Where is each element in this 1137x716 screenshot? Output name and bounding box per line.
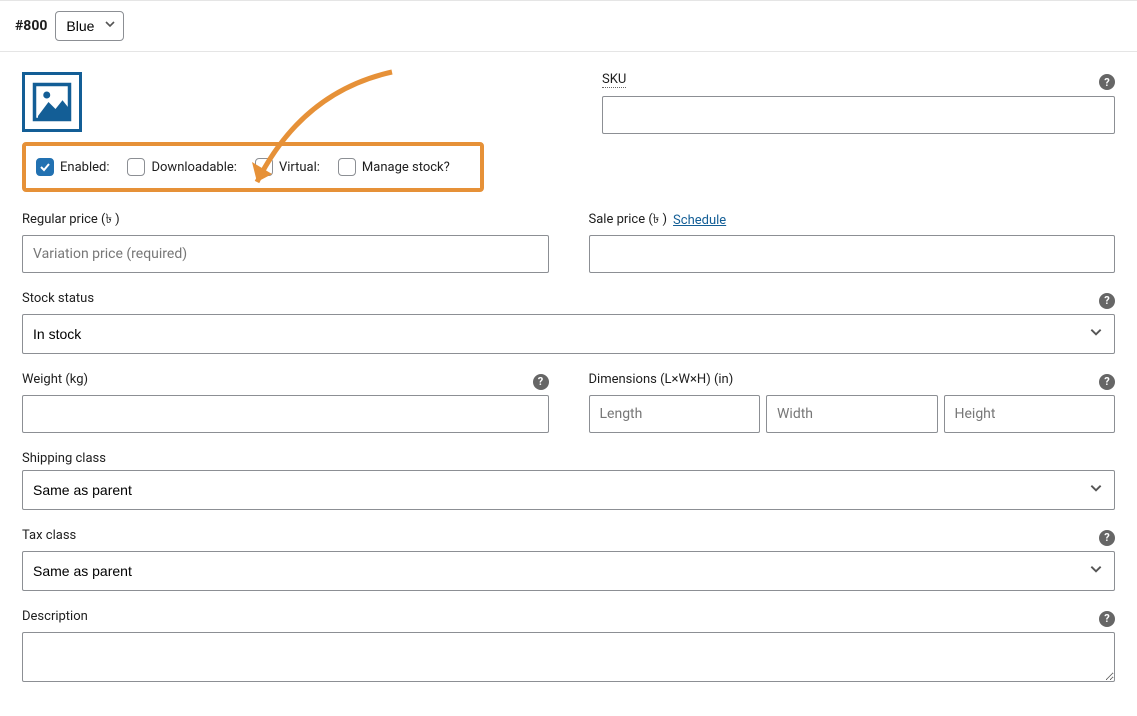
shipping-class-select[interactable]: Same as parent [22,470,1115,510]
downloadable-label: Downloadable: [151,160,236,175]
checkbox-highlight-box: Enabled: Downloadable: Virtual: [22,142,484,192]
image-placeholder-icon [31,81,73,123]
length-input[interactable] [589,395,761,433]
tax-class-help-icon[interactable]: ? [1099,530,1115,546]
dimensions-label: Dimensions (L×W×H) (in) [589,372,734,387]
shipping-class-label: Shipping class [22,451,1115,466]
sale-price-input[interactable] [589,235,1116,273]
tax-class-select[interactable]: Same as parent [22,551,1115,591]
variation-id: #800 [15,18,47,34]
sku-input[interactable] [602,96,1115,134]
description-textarea[interactable] [22,632,1115,682]
weight-help-icon[interactable]: ? [533,374,549,390]
variation-header: #800 Blue [0,0,1137,52]
manage-stock-checkbox[interactable] [338,158,356,176]
regular-price-input[interactable] [22,235,549,273]
stock-status-label: Stock status [22,291,94,306]
virtual-checkbox[interactable] [255,158,273,176]
enabled-checkbox-group: Enabled: [36,158,109,176]
downloadable-checkbox-group: Downloadable: [127,158,236,176]
attribute-select[interactable]: Blue [55,11,124,41]
right-top-column: SKU ? [602,72,1115,192]
virtual-checkbox-group: Virtual: [255,158,320,176]
description-label: Description [22,609,88,624]
sku-label: SKU [602,72,626,88]
dimensions-inputs [589,395,1116,433]
downloadable-checkbox[interactable] [127,158,145,176]
weight-label: Weight (kg) [22,372,88,387]
virtual-label: Virtual: [279,160,320,175]
sale-price-label: Sale price (৳ ) Schedule [589,210,1116,231]
sku-help-icon[interactable]: ? [1099,74,1115,90]
weight-dimensions-row: Weight (kg) ? Dimensions (L×W×H) (in) ? [22,372,1115,433]
enabled-checkbox[interactable] [36,158,54,176]
height-input[interactable] [944,395,1116,433]
stock-status-select[interactable]: In stock [22,314,1115,354]
weight-input[interactable] [22,395,549,433]
attribute-select-wrap: Blue [55,11,124,41]
top-row: Enabled: Downloadable: Virtual: [22,72,1115,192]
shipping-class-section: Shipping class Same as parent [22,451,1115,510]
variation-body: Enabled: Downloadable: Virtual: [0,52,1137,716]
left-top-column: Enabled: Downloadable: Virtual: [22,72,562,192]
tax-class-section: Tax class ? Same as parent [22,528,1115,591]
width-input[interactable] [766,395,938,433]
variation-image-upload[interactable] [22,72,82,132]
schedule-link[interactable]: Schedule [673,213,726,228]
tax-class-label: Tax class [22,528,76,543]
stock-status-help-icon[interactable]: ? [1099,293,1115,309]
price-row: Regular price (৳ ) Sale price (৳ ) Sched… [22,210,1115,273]
manage-stock-label: Manage stock? [362,160,450,175]
stock-status-section: Stock status ? In stock [22,291,1115,354]
dimensions-help-icon[interactable]: ? [1099,374,1115,390]
regular-price-label: Regular price (৳ ) [22,210,549,231]
description-help-icon[interactable]: ? [1099,611,1115,627]
description-section: Description ? [22,609,1115,686]
enabled-label: Enabled: [60,160,109,175]
manage-stock-checkbox-group: Manage stock? [338,158,450,176]
